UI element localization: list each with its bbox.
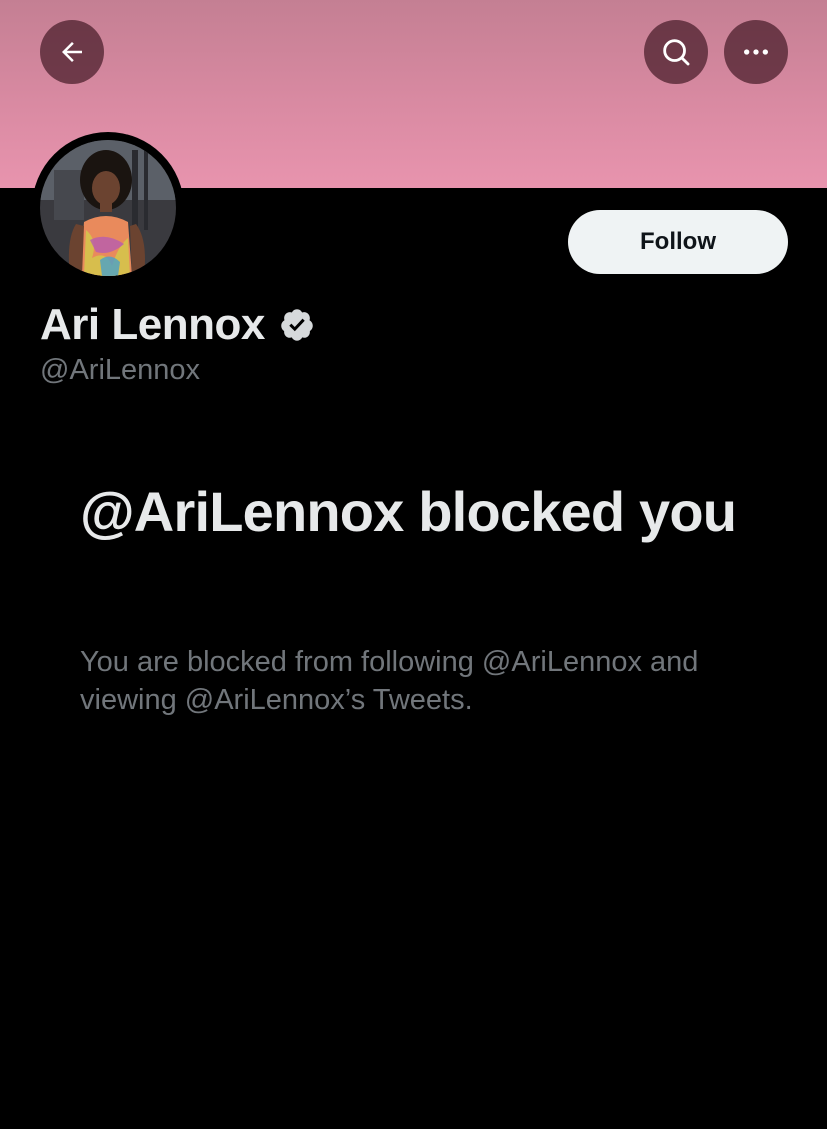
avatar-frame (32, 132, 184, 284)
follow-button[interactable]: Follow (568, 210, 788, 274)
back-button[interactable] (40, 20, 104, 84)
display-name-row: Ari Lennox (40, 296, 315, 354)
search-button[interactable] (644, 20, 708, 84)
more-horizontal-icon (744, 49, 768, 55)
profile-photo (40, 140, 176, 276)
verified-badge-icon (281, 309, 313, 341)
display-name: Ari Lennox (40, 300, 265, 349)
blocked-description: You are blocked from following @AriLenno… (80, 646, 699, 716)
avatar[interactable] (40, 140, 176, 276)
more-options-button[interactable] (724, 20, 788, 84)
blocked-title: @AriLennox blocked you (80, 480, 737, 543)
user-handle: @AriLennox (40, 354, 201, 386)
search-icon (663, 39, 690, 66)
arrow-left-icon (62, 42, 82, 62)
